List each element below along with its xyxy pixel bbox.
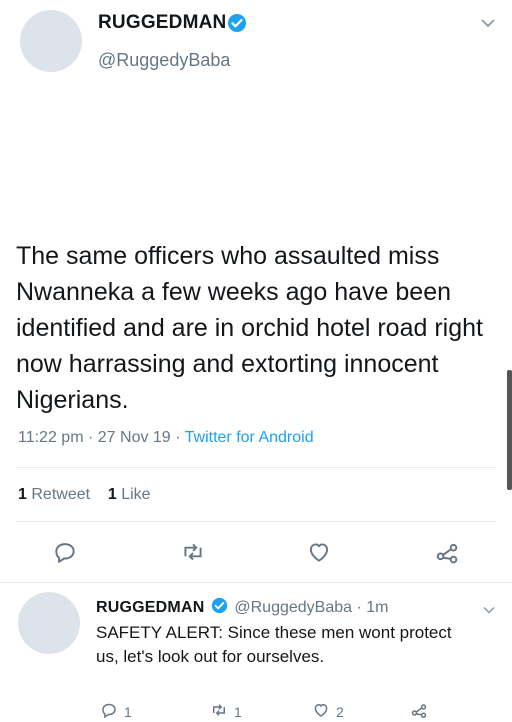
scrollbar[interactable] — [507, 370, 512, 490]
reply-icon[interactable] — [52, 539, 78, 570]
reply-display-name[interactable]: RUGGEDMAN — [96, 599, 204, 616]
divider — [16, 521, 496, 522]
reply-like-count: 2 — [336, 703, 344, 720]
reply-header: RUGGEDMAN @RuggedyBaba · 1m — [96, 597, 389, 619]
like-icon[interactable] — [306, 539, 332, 570]
retweet-icon[interactable] — [180, 539, 206, 570]
meta-separator: · — [87, 429, 98, 446]
tweet-source-link[interactable]: Twitter for Android — [185, 429, 314, 446]
share-icon[interactable] — [434, 539, 460, 570]
like-count[interactable]: 1 — [108, 486, 117, 503]
avatar[interactable] — [20, 10, 82, 72]
retweet-count[interactable]: 1 — [18, 486, 27, 503]
reply-age: 1m — [366, 599, 389, 617]
handle[interactable]: @RuggedyBaba — [98, 50, 230, 71]
reply-retweet-count: 1 — [234, 703, 242, 720]
tweet-text: The same officers who assaulted miss Nwa… — [16, 242, 483, 414]
avatar[interactable] — [18, 592, 80, 654]
reply-text: SAFETY ALERT: Since these men wont prote… — [96, 623, 452, 666]
tweet-date: 27 Nov 19 — [97, 429, 171, 446]
chevron-down-icon[interactable] — [482, 602, 496, 620]
display-name[interactable]: RUGGEDMAN — [98, 12, 226, 34]
verified-badge-icon — [211, 597, 228, 619]
retweet-label[interactable]: Retweet — [31, 486, 90, 503]
verified-badge-icon — [227, 13, 247, 38]
chevron-down-icon[interactable] — [480, 16, 496, 34]
tweet-meta: 11:22 pm · 27 Nov 19 · Twitter for Andro… — [18, 429, 314, 447]
meta-separator: · — [356, 599, 367, 617]
tweet-time: 11:22 pm — [18, 429, 84, 446]
reply-handle[interactable]: @RuggedyBaba — [234, 599, 352, 616]
meta-separator: · — [175, 429, 185, 446]
divider — [16, 467, 496, 468]
reply-reply-count: 1 — [124, 703, 132, 720]
tweet-stats: 1 Retweet 1 Like — [18, 486, 151, 504]
like-label[interactable]: Like — [121, 486, 150, 503]
divider — [0, 582, 512, 583]
